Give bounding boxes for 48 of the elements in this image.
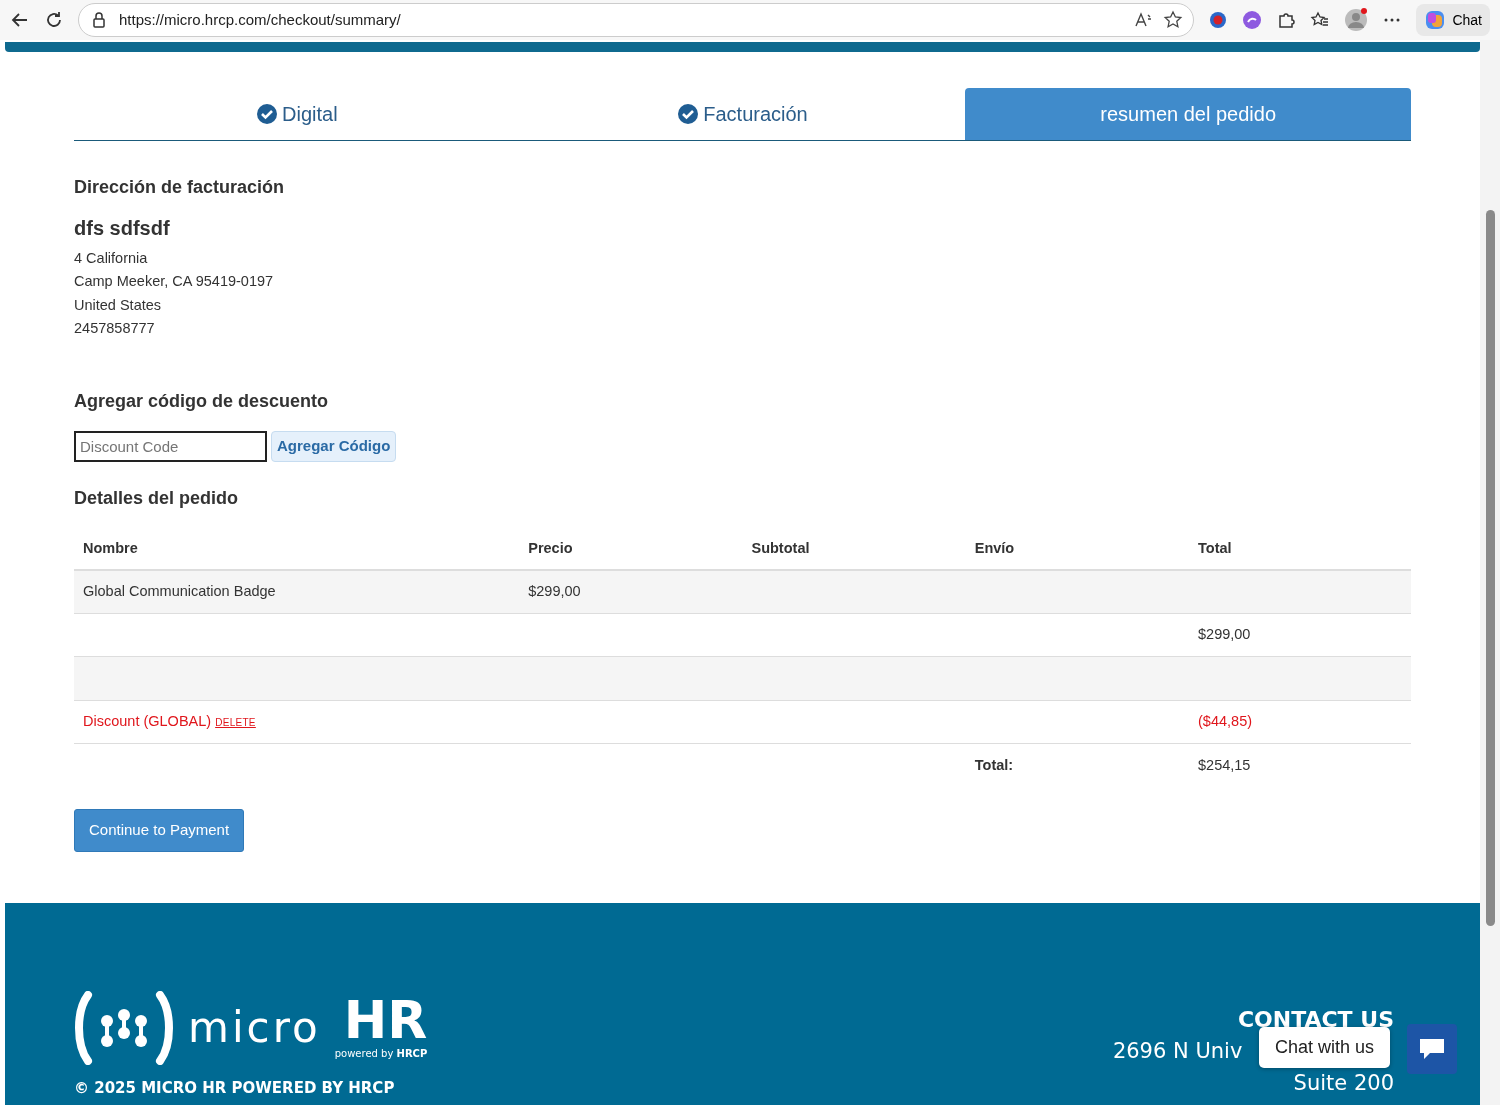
reload-icon[interactable] [44,10,64,30]
logo-text: HR [343,994,428,1046]
apply-code-button[interactable]: Agregar Código [271,431,397,462]
step-tab[interactable]: resumen del pedido [965,88,1411,140]
column-header: Envío [965,529,1189,570]
address-line: 4 California [74,248,149,268]
copilot-chat-button[interactable]: Chat [1416,4,1490,36]
column-header: Total [1189,529,1411,570]
url-text: https://micro.hrcp.com/checkout/summary/ [119,9,402,30]
total-label: Total: [974,756,1014,773]
address-line: 2457858777 [74,319,156,339]
amount-text: $299,00 [1198,626,1251,643]
chat-button[interactable] [1407,1024,1457,1074]
puzzle-icon[interactable] [1276,10,1297,30]
section-heading: Detalles del pedido [74,488,240,510]
logo-tagline: powered by HRCP [334,1047,428,1061]
discount-amount: ($44,85) [1198,713,1253,730]
chat-tooltip: Chat with us [1259,1027,1391,1068]
copyright-text: © 2025 MICRO HR POWERED BY HRCP [74,1077,396,1099]
section-heading: Dirección de facturación [74,177,286,199]
price-text: $299,00 [528,582,581,599]
star-icon[interactable] [1163,10,1184,30]
logo-text: micro [188,1002,321,1054]
total-amount: $254,15 [1198,756,1251,773]
continue-button[interactable]: Continue to Payment [74,809,245,852]
profile-avatar-icon[interactable] [1344,8,1369,32]
step-tab[interactable]: Digital [74,88,520,140]
discount-label: Discount (GLOBAL) [83,713,212,730]
address-line: United States [74,295,163,315]
scrollbar[interactable] [1480,40,1500,1105]
address-text: Suite 200 [1293,1069,1394,1097]
delete-link[interactable]: DELETE [215,717,256,729]
shield-extension-icon[interactable] [1208,10,1229,30]
address-line: Camp Meeker, CA 95419-0197 [74,272,275,292]
column-header: Subtotal [742,529,966,570]
address-text: 2696 N Univ [1112,1038,1243,1065]
product-name: Global Communication Badge [83,582,276,599]
customer-name: dfs sdfsdf [74,215,171,241]
column-header: Precio [519,529,743,570]
chat-bubble-icon [1418,1037,1446,1061]
logo-icon [74,990,174,1065]
discount-code-field[interactable]: Discount Code [74,431,267,463]
section-heading: Agregar código de descuento [74,390,330,413]
copilot-logo-icon [1424,9,1447,31]
extension-icon[interactable] [1242,10,1263,30]
step-tab[interactable]: Facturación [519,88,966,140]
column-header: Nombre [74,529,520,570]
address-bar[interactable]: https://micro.hrcp.com/checkout/summary/ [78,3,1195,37]
